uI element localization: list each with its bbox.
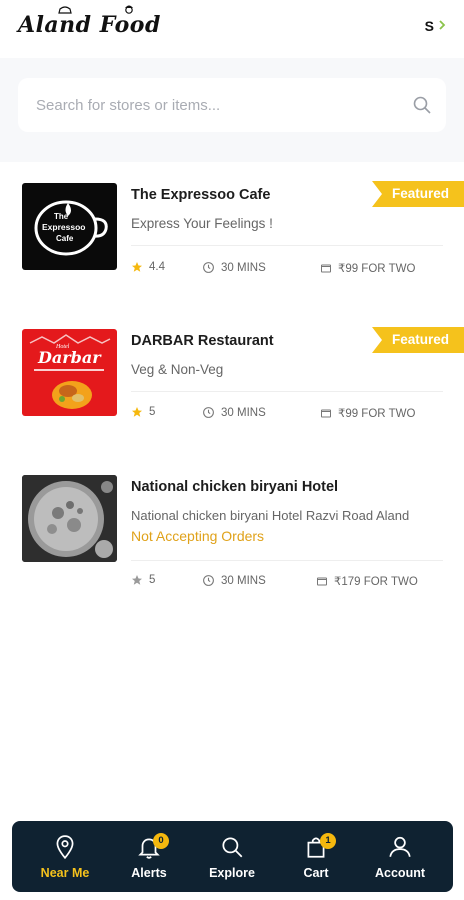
search-icon xyxy=(222,837,243,858)
wallet-icon xyxy=(321,264,331,273)
search-icon[interactable] xyxy=(412,95,432,115)
price-value: ₹99 FOR TWO xyxy=(338,263,416,275)
featured-label: Featured xyxy=(392,332,450,347)
delivery-time-value: 30 MINS xyxy=(221,261,266,274)
divider xyxy=(131,245,443,246)
store-status: Not Accepting Orders xyxy=(131,528,265,544)
cart-badge: 1 xyxy=(320,833,336,849)
nav-label: Cart xyxy=(303,866,329,880)
wallet-icon xyxy=(317,577,327,586)
clock-icon xyxy=(203,575,214,586)
biryani-photo xyxy=(22,475,117,562)
divider xyxy=(131,560,443,561)
logo-line-2: Darbar xyxy=(37,348,102,367)
nav-label: Alerts xyxy=(131,866,167,880)
logo-line-3: Cafe xyxy=(56,234,74,243)
search-box[interactable] xyxy=(18,78,446,132)
app-header: Aland Food S xyxy=(0,0,464,58)
clock-icon xyxy=(203,262,214,273)
store-name[interactable]: National chicken biryani Hotel xyxy=(131,479,338,495)
delivery-time: 30 MINS xyxy=(202,406,266,419)
bottom-navigation: Near Me 0 Alerts Explore 1 Cart Account xyxy=(12,821,453,892)
nav-item-account[interactable]: Account xyxy=(360,821,440,892)
delivery-time-value: 30 MINS xyxy=(221,574,266,587)
store-image[interactable]: Hotel Darbar xyxy=(22,329,117,416)
store-card[interactable]: Hotel Darbar DARBAR Restaurant Featured … xyxy=(0,320,464,430)
rating-value: 4.4 xyxy=(149,261,165,273)
app-logo[interactable]: Aland Food xyxy=(18,5,161,38)
price-for-two: ₹99 FOR TWO xyxy=(320,406,415,420)
clock-icon xyxy=(203,407,214,418)
rating: 5 xyxy=(131,574,155,586)
chef-icon xyxy=(125,5,133,14)
store-description: National chicken biryani Hotel Razvi Roa… xyxy=(131,508,410,523)
nav-item-near-me[interactable]: Near Me xyxy=(25,821,105,892)
rating-value: 5 xyxy=(149,406,156,418)
nav-label: Explore xyxy=(209,866,255,880)
rating-value: 5 xyxy=(149,574,156,586)
user-initial[interactable]: S xyxy=(425,18,434,34)
store-name[interactable]: The Expressoo Cafe xyxy=(131,187,270,203)
darbar-logo: Hotel Darbar xyxy=(29,334,111,409)
alerts-badge: 0 xyxy=(153,833,169,849)
delivery-time-value: 30 MINS xyxy=(221,406,266,419)
store-image[interactable]: The Expressoo Cafe xyxy=(22,183,117,270)
delivery-time: 30 MINS xyxy=(202,574,266,587)
nav-label: Near Me xyxy=(40,866,90,880)
chevron-right-icon[interactable] xyxy=(437,18,447,32)
price-for-two: ₹99 FOR TWO xyxy=(320,261,415,275)
store-card[interactable]: National chicken biryani Hotel National … xyxy=(0,466,464,596)
store-card[interactable]: The Expressoo Cafe The Expressoo Cafe Fe… xyxy=(0,174,464,284)
nav-item-cart[interactable]: 1 Cart xyxy=(276,821,356,892)
chef-hat-icon xyxy=(58,6,72,14)
featured-ribbon: Featured xyxy=(372,327,464,353)
store-description: Express Your Feelings ! xyxy=(131,216,273,231)
rating: 4.4 xyxy=(131,261,165,273)
expressoo-logo: The Expressoo Cafe xyxy=(34,200,108,256)
price-value: ₹99 FOR TWO xyxy=(338,408,416,420)
featured-ribbon: Featured xyxy=(372,181,464,207)
wallet-icon xyxy=(321,409,331,418)
store-image[interactable] xyxy=(22,475,117,562)
star-icon xyxy=(132,407,142,417)
featured-label: Featured xyxy=(392,186,450,201)
location-pin-icon xyxy=(56,835,74,860)
user-icon xyxy=(389,836,411,857)
store-name[interactable]: DARBAR Restaurant xyxy=(131,333,274,349)
price-for-two: ₹179 FOR TWO xyxy=(316,574,418,588)
price-value: ₹179 FOR TWO xyxy=(334,576,418,588)
divider xyxy=(131,391,443,392)
store-description: Veg & Non-Veg xyxy=(131,362,224,377)
star-icon xyxy=(132,575,142,585)
logo-line-2: Expressoo xyxy=(42,222,85,232)
star-icon xyxy=(132,262,142,272)
nav-item-explore[interactable]: Explore xyxy=(192,821,272,892)
logo-text: Aland Food xyxy=(18,12,161,38)
search-input[interactable] xyxy=(36,78,396,132)
nav-item-alerts[interactable]: 0 Alerts xyxy=(109,821,189,892)
rating: 5 xyxy=(131,406,155,418)
search-section xyxy=(0,58,464,162)
nav-label: Account xyxy=(375,866,425,880)
delivery-time: 30 MINS xyxy=(202,261,266,274)
